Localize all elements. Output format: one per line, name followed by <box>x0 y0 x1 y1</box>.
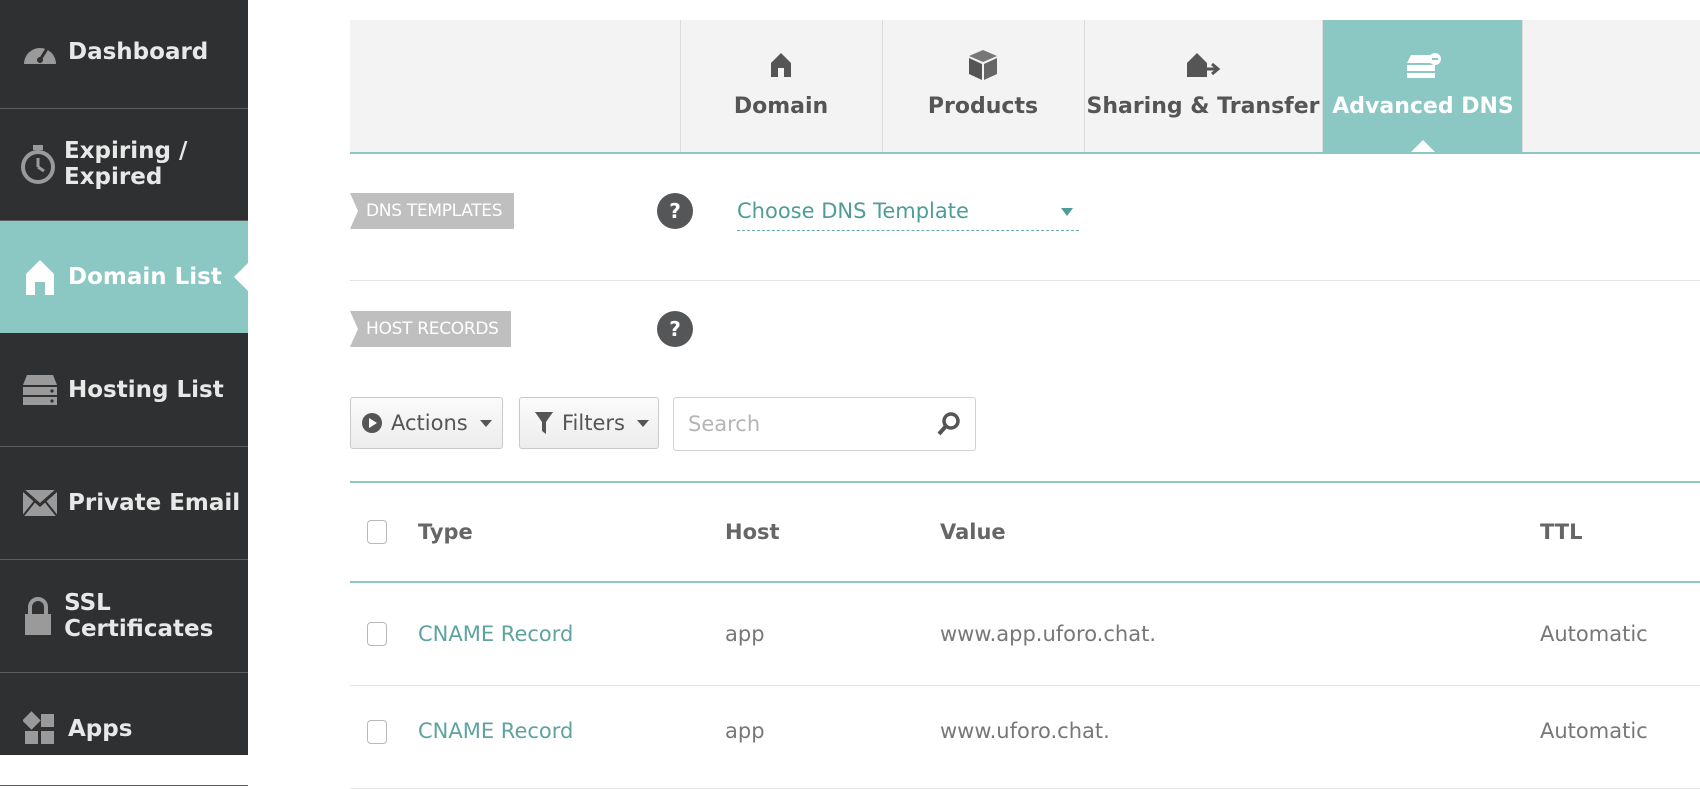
column-header-ttl[interactable]: TTL <box>1540 483 1583 581</box>
table-row[interactable]: CNAME Record app www.uforo.chat. Automat… <box>350 686 1700 789</box>
sidebar-item-ssl[interactable]: SSL Certificates <box>0 560 248 673</box>
server-icon <box>20 373 60 407</box>
host-records-help-icon[interactable]: ? <box>657 311 693 347</box>
play-circle-icon <box>361 412 383 434</box>
sidebar-item-label: Domain List <box>68 264 222 290</box>
dns-template-select-value: Choose DNS Template <box>737 199 969 223</box>
sidebar-item-label: Hosting List <box>68 377 224 403</box>
top-strip <box>350 0 1700 22</box>
search-icon[interactable] <box>937 411 961 441</box>
record-value[interactable]: www.uforo.chat. <box>940 686 1110 776</box>
envelope-icon <box>20 489 60 517</box>
house-arrow-icon <box>1185 48 1221 82</box>
sidebar: Dashboard Expiring / Expired Domain List… <box>0 0 248 786</box>
apps-icon <box>20 710 60 748</box>
sidebar-item-label: SSL Certificates <box>64 590 214 642</box>
tab-label: Sharing & Transfer <box>1086 94 1320 119</box>
column-header-type[interactable]: Type <box>418 483 473 581</box>
sidebar-item-dashboard[interactable]: Dashboard <box>0 0 248 109</box>
record-ttl[interactable]: Automatic <box>1540 686 1648 776</box>
sidebar-item-apps[interactable]: Apps <box>0 673 248 786</box>
sidebar-item-private-email[interactable]: Private Email <box>0 447 248 560</box>
tab-sharing-transfer[interactable]: Sharing & Transfer <box>1084 20 1321 152</box>
sidebar-item-label: Expiring / Expired <box>64 138 188 190</box>
actions-button-label: Actions <box>391 411 468 435</box>
actions-button[interactable]: Actions <box>350 397 503 449</box>
tab-advanced-dns[interactable]: Advanced DNS <box>1322 20 1523 152</box>
record-type[interactable]: CNAME Record <box>418 686 573 776</box>
sidebar-item-domain-list[interactable]: Domain List <box>0 221 248 333</box>
gauge-icon <box>20 36 60 68</box>
record-host[interactable]: app <box>725 583 765 685</box>
funnel-icon <box>534 411 554 435</box>
search-input[interactable] <box>686 398 930 450</box>
filters-button-label: Filters <box>562 411 625 435</box>
column-header-host[interactable]: Host <box>725 483 780 581</box>
sidebar-item-label: Private Email <box>68 490 241 516</box>
record-type[interactable]: CNAME Record <box>418 583 573 685</box>
sidebar-item-label: Dashboard <box>68 39 209 65</box>
row-checkbox[interactable] <box>367 622 387 646</box>
dns-templates-label: DNS TEMPLATES <box>350 193 515 229</box>
chevron-down-icon <box>479 419 492 427</box>
house-icon <box>20 258 60 296</box>
record-ttl[interactable]: Automatic <box>1540 583 1648 685</box>
dns-server-icon <box>1405 48 1441 82</box>
sidebar-item-expiring[interactable]: Expiring / Expired <box>0 108 248 221</box>
select-all-checkbox[interactable] <box>367 520 387 544</box>
sidebar-item-hosting-list[interactable]: Hosting List <box>0 334 248 447</box>
tab-products[interactable]: Products <box>882 20 1083 152</box>
host-records-label: HOST RECORDS <box>350 311 511 347</box>
tab-label: Domain <box>733 94 829 119</box>
record-value[interactable]: www.app.uforo.chat. <box>940 583 1156 685</box>
table-header: Type Host Value TTL <box>350 483 1700 583</box>
box-icon <box>968 48 998 82</box>
tab-domain[interactable]: Domain <box>680 20 881 152</box>
tab-label: Advanced DNS <box>1332 94 1514 119</box>
section-divider <box>350 280 1700 281</box>
sidebar-item-label: Apps <box>68 716 133 742</box>
tab-label: Products <box>927 94 1039 119</box>
table-row[interactable]: CNAME Record app www.app.uforo.chat. Aut… <box>350 583 1700 686</box>
tab-divider <box>1522 20 1523 152</box>
row-checkbox[interactable] <box>367 720 387 744</box>
filters-button[interactable]: Filters <box>519 397 659 449</box>
column-header-value[interactable]: Value <box>940 483 1006 581</box>
dns-template-select[interactable]: Choose DNS Template <box>737 192 1079 231</box>
record-host[interactable]: app <box>725 686 765 776</box>
domain-tabs-bar: Domain Products Sharing & Transfer Advan… <box>350 20 1700 154</box>
lock-icon <box>20 596 56 636</box>
house-icon <box>769 48 793 82</box>
stopwatch-icon <box>20 144 56 184</box>
chevron-down-icon <box>636 419 649 427</box>
search-box <box>673 397 976 451</box>
chevron-down-icon <box>1061 208 1073 216</box>
dns-templates-help-icon[interactable]: ? <box>657 193 693 229</box>
